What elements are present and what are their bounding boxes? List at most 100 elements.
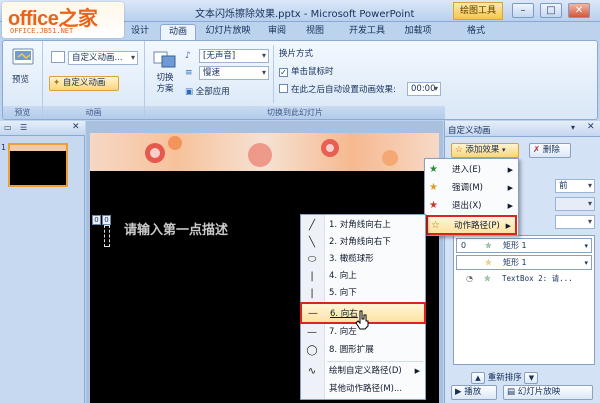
submenu-arrow-icon: ▶ [507,202,513,210]
menu-item-motion-path[interactable]: ☆ 动作路径(P) ▶ [426,215,517,235]
speed-dropdown[interactable]: 慢速 [199,66,269,80]
menu-item-more-paths[interactable]: 其他动作路径(M)... [301,381,425,398]
circle-icon: ◯ [306,345,318,356]
outline-tab-icon[interactable]: ▭ [4,123,12,132]
sound-icon: ♪ [185,51,191,61]
slideshow-button[interactable]: ▤ 幻灯片放映 [503,385,593,400]
clock-icon: ◔ [466,274,473,283]
exit-star-icon: ★ [429,200,438,211]
custom-animation-icon: ✦ [53,78,61,88]
tab-view[interactable]: 视图 [300,24,330,40]
slide-text-placeholder[interactable]: 请输入第一点描述 [124,219,228,238]
play-label: 播放 [464,387,482,397]
menu-item-emphasis[interactable]: ★ 强调(M) ▶ [426,179,517,197]
auto-advance-checkbox[interactable] [279,84,288,93]
preview-icon[interactable] [11,45,35,69]
sound-dropdown[interactable]: [无声音] [199,49,269,63]
preview-button[interactable]: 预览 [12,73,29,85]
maximize-icon[interactable]: □ [540,3,562,18]
play-button[interactable]: ▶ 播放 [451,385,497,400]
remove-button[interactable]: ✗ 删除 [529,143,571,158]
preview-group: 预览 预览 [3,41,43,119]
on-click-option[interactable]: ✓ 单击鼠标时 [279,65,334,77]
custom-animation-button[interactable]: ✦ 自定义动画 [49,76,119,91]
add-effect-button[interactable]: ☆ 添加效果 ▾ [451,143,519,158]
auto-advance-option[interactable]: 在此之后自动设置动画效果: [279,83,396,95]
flower-decoration [145,136,398,167]
start-dropdown[interactable]: 前 [555,179,595,193]
diagonal-up-right-icon: ╱ [308,220,316,231]
tab-developer[interactable]: 开发工具 [344,24,390,40]
motion-path-star-icon: ☆ [431,220,440,231]
pane-options-icon[interactable]: ▾ [571,123,575,132]
transition-scheme-button[interactable]: 切换 方案 [151,73,179,95]
close-pane-icon[interactable]: ✕ [72,122,80,132]
submenu-arrow-icon: ▶ [507,166,513,174]
reorder-control: ▲ 重新排序 ▼ [471,371,539,384]
menu-item-down[interactable]: | 5. 向下 [301,285,425,302]
line-right-icon: — [308,308,318,319]
animation-icon [51,51,65,63]
emphasis-star-icon: ✮ [485,258,492,267]
tab-review[interactable]: 审阅 [262,24,292,40]
play-icon: ▶ [455,387,462,397]
emphasis-star-icon: ★ [429,182,438,193]
auto-advance-label: 在此之后自动设置动画效果: [291,85,396,95]
menu-item-draw-custom-path[interactable]: ∿ 绘制自定义路径(D) ▶ [301,363,425,380]
entrance-star-icon: ★ [429,164,438,175]
list-item[interactable]: ✮ 矩形 1 ▾ [456,255,592,270]
tab-slideshow[interactable]: 幻灯片放映 [200,24,256,40]
window-title: 文本闪烁擦除效果.pptx - Microsoft PowerPoint [195,9,415,20]
apply-all-icon: ▣ [185,87,194,97]
group-divider [273,45,274,103]
effect-name: TextBox 2: 请... [502,274,573,283]
speed-dropdown[interactable] [555,215,595,229]
thumbnail-banner [10,145,66,151]
on-click-label: 单击鼠标时 [291,67,334,77]
menu-item-diagonal-down-right[interactable]: ╲ 2. 对角线向右下 [301,234,425,251]
ribbon: 预览 预览 自定义动画... ✦ 自定义动画 动画 切换 方案 ♪ [无声音] … [2,40,598,120]
close-icon[interactable]: ✕ [568,3,590,18]
menu-item-circle-grow[interactable]: ◯ 8. 圆形扩展 [301,342,425,359]
move-up-icon[interactable]: ▲ [471,372,485,384]
textbox-handle[interactable] [104,225,110,247]
list-item[interactable]: ◔ ✮ TextBox 2: 请... [456,272,592,287]
drawing-tools-context-tab[interactable]: 绘图工具 [453,2,503,20]
list-item[interactable]: 0 ✮ 矩形 1 ▾ [456,238,592,253]
menu-item-exit[interactable]: ★ 退出(X) ▶ [426,197,517,215]
tab-format[interactable]: 格式 [460,24,492,40]
transition-scheme-icon[interactable] [153,47,177,71]
advance-heading: 换片方式 [279,49,314,59]
animation-marker[interactable]: 0 [92,215,101,225]
freeform-path-icon: ∿ [307,366,317,377]
remove-label: 删除 [542,145,560,155]
menu-item-up[interactable]: | 4. 向上 [301,268,425,285]
close-pane-icon[interactable]: ✕ [587,122,595,132]
on-click-checkbox[interactable]: ✓ [279,68,288,77]
menu-item-diagonal-up-right[interactable]: ╱ 1. 对角线向右上 [301,217,425,234]
animation-dropdown[interactable]: 自定义动画... [68,51,138,65]
effect-number: 0 [461,241,467,250]
preview-group-label: 预览 [3,106,42,119]
animation-marker[interactable]: 0 [102,215,111,225]
animation-group-label: 动画 [43,106,144,119]
apply-all-button[interactable]: ▣ 全部应用 [185,85,230,97]
transition-group: 切换 方案 ♪ [无声音] ≡ 慢速 ▣ 全部应用 换片方式 ✓单击鼠标时 在此… [145,41,445,119]
tab-design[interactable]: 设计 [124,24,156,40]
move-down-icon[interactable]: ▼ [524,372,539,384]
minimize-icon[interactable]: – [512,3,534,18]
auto-advance-time[interactable]: 00:00 [407,82,441,96]
slides-pane: ▭ ☰ ✕ 1 [0,121,85,403]
tab-addins[interactable]: 加载项 [398,24,438,40]
diagonal-down-right-icon: ╲ [308,237,316,248]
menu-item-entrance[interactable]: ★ 进入(E) ▶ [426,161,517,179]
tab-animation[interactable]: 动画 [160,24,196,40]
menu-item-football[interactable]: ⬭ 3. 橄榄球形 [301,251,425,268]
reorder-label: 重新排序 [487,373,522,383]
add-effect-label: 添加效果 [465,145,500,155]
slide-banner-image [90,133,439,171]
submenu-arrow-icon: ▶ [505,222,511,230]
property-dropdown[interactable] [555,197,595,211]
slide-thumbnail[interactable] [8,143,68,187]
slides-tab-icon[interactable]: ☰ [20,123,27,132]
